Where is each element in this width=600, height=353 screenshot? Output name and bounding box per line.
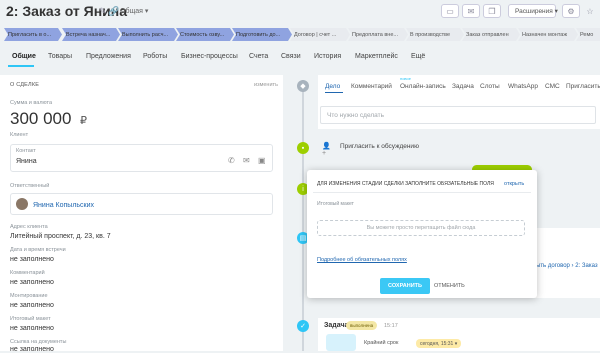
- settings-icon[interactable]: ⚙: [562, 4, 580, 18]
- mounting-value: не заполнено: [10, 302, 54, 309]
- amount-label: Сумма и валюта: [10, 100, 53, 106]
- editor-tab-7[interactable]: Пригласить: [566, 83, 600, 90]
- responsible-label: Ответственный: [10, 183, 50, 189]
- final-layout-field-label: Итоговый макет: [317, 201, 354, 207]
- docs-value: не заполнено: [10, 346, 54, 353]
- copy-icon[interactable]: ❐: [483, 4, 501, 18]
- stage-7[interactable]: В производстве: [406, 28, 464, 41]
- active-tab-underline: [8, 65, 34, 67]
- edit-section-link[interactable]: изменить: [254, 82, 278, 88]
- meeting-value: не заполнено: [10, 256, 54, 263]
- editor-tab-3[interactable]: Задача: [452, 83, 474, 90]
- stage-5[interactable]: Договор | счет ...: [290, 28, 350, 41]
- task-check-icon: ✓: [297, 320, 309, 332]
- stage-1[interactable]: Встреча назнач...: [62, 28, 120, 41]
- todo-input[interactable]: Что нужно сделать: [320, 106, 596, 124]
- contract-link[interactable]: ыть договор › 2: Заказ: [536, 263, 598, 269]
- new-badge: новое: [400, 76, 411, 81]
- section-title: О сделке: [10, 82, 40, 88]
- stage-9[interactable]: Назначен монтаж: [518, 28, 578, 41]
- invite-link[interactable]: Пригласить к обсуждению: [340, 143, 419, 150]
- tab-5[interactable]: Счета: [249, 53, 268, 60]
- final-layout-value: не заполнено: [10, 325, 54, 332]
- stage-10[interactable]: Ремо: [576, 28, 600, 41]
- email-icon[interactable]: ✉: [243, 156, 250, 165]
- deadline-date: сегодня, 15:31: [420, 340, 454, 347]
- tab-9[interactable]: Ещё: [411, 53, 425, 60]
- add-user-icon: 👤+: [322, 143, 331, 157]
- popup-header: Для изменения стадии сделки заполните об…: [317, 181, 494, 187]
- contact-label: Контакт: [16, 148, 36, 154]
- extensions-button[interactable]: Расширения ▾: [508, 4, 558, 18]
- responsible-name[interactable]: Янина Копыльских: [33, 202, 94, 209]
- tab-8[interactable]: Маркетплейс: [355, 53, 398, 60]
- meeting-label: Дата и время встречи: [10, 247, 66, 253]
- task-status-badge: выполнена: [346, 321, 378, 330]
- open-link[interactable]: открыть: [504, 181, 524, 187]
- comment-icon: ▪: [297, 142, 309, 154]
- stage-8[interactable]: Заказ отправлен: [462, 28, 520, 41]
- chat-icon[interactable]: ▣: [258, 156, 266, 165]
- save-button[interactable]: СОХРАНИТЬ: [380, 278, 430, 294]
- stage-0[interactable]: Пригласить в о...: [4, 28, 62, 41]
- editor-tab-6[interactable]: СМС: [545, 83, 560, 90]
- address-value: Литейный проспект, д. 23, кв. 7: [10, 233, 111, 240]
- mounting-label: Монтирование: [10, 293, 48, 299]
- task-calendar-icon: [326, 334, 356, 351]
- tab-7[interactable]: История: [314, 53, 341, 60]
- category-selector[interactable]: Общая ▾: [120, 7, 148, 15]
- extensions-label: Расширения: [515, 7, 553, 15]
- deadline-label: Крайний срок: [364, 340, 399, 346]
- phone-icon[interactable]: ✆: [228, 156, 235, 165]
- contact-name[interactable]: Янина: [16, 158, 37, 165]
- tab-6[interactable]: Связи: [281, 53, 301, 60]
- cancel-button[interactable]: отменить: [434, 283, 465, 289]
- comment-label: Комментарий: [10, 270, 45, 276]
- address-label: Адрес клиента: [10, 224, 48, 230]
- link-icon[interactable]: 🔗: [108, 6, 120, 18]
- task-label: Задача: [324, 322, 349, 329]
- category-label: Общая: [120, 8, 143, 15]
- documents-icon[interactable]: ▭: [441, 4, 459, 18]
- currency-symbol: ₽: [80, 115, 87, 127]
- required-fields-help-link[interactable]: Подробнее об обязательных полях: [317, 257, 407, 263]
- comment-value: не заполнено: [10, 279, 54, 286]
- stage-4[interactable]: Подготовить до...: [232, 28, 292, 41]
- tab-3[interactable]: Роботы: [143, 53, 167, 60]
- final-layout-label: Итоговый макет: [10, 316, 51, 322]
- file-drop-zone[interactable]: Вы можете просто перетащить файл сюда: [317, 220, 525, 236]
- editor-tab-1[interactable]: Комментарий: [351, 83, 392, 90]
- tab-1[interactable]: Товары: [48, 53, 72, 60]
- editor-tab-4[interactable]: Слоты: [480, 83, 500, 90]
- editor-tab-2[interactable]: Онлайн-запись: [400, 83, 446, 90]
- stage-6[interactable]: Предоплата вне...: [348, 28, 408, 41]
- stage-3[interactable]: Стоимость озву...: [176, 28, 234, 41]
- deadline-value[interactable]: сегодня, 15:31 ▾: [416, 339, 462, 348]
- timeline-line: [302, 80, 304, 351]
- avatar: [16, 198, 28, 210]
- pin-icon: ◆: [297, 80, 309, 92]
- docs-label: Ссылка на документы: [10, 339, 67, 345]
- popup-divider: [313, 192, 531, 193]
- editor-tab-underline: [325, 92, 343, 93]
- favorite-icon[interactable]: ☆: [582, 4, 598, 18]
- mail-icon[interactable]: ✉: [462, 4, 480, 18]
- amount-value: 300 000: [10, 109, 72, 128]
- tab-4[interactable]: Бизнес-процессы: [181, 53, 238, 60]
- stage-2[interactable]: Выполнить расч...: [118, 28, 178, 41]
- tab-2[interactable]: Предложения: [86, 53, 131, 60]
- editor-tab-0[interactable]: Дело: [325, 83, 340, 90]
- tab-0[interactable]: Общие: [12, 53, 36, 60]
- client-label: Клиент: [10, 132, 29, 138]
- task-time: 15:17: [384, 323, 398, 329]
- editor-tab-5[interactable]: WhatsApp: [508, 83, 538, 90]
